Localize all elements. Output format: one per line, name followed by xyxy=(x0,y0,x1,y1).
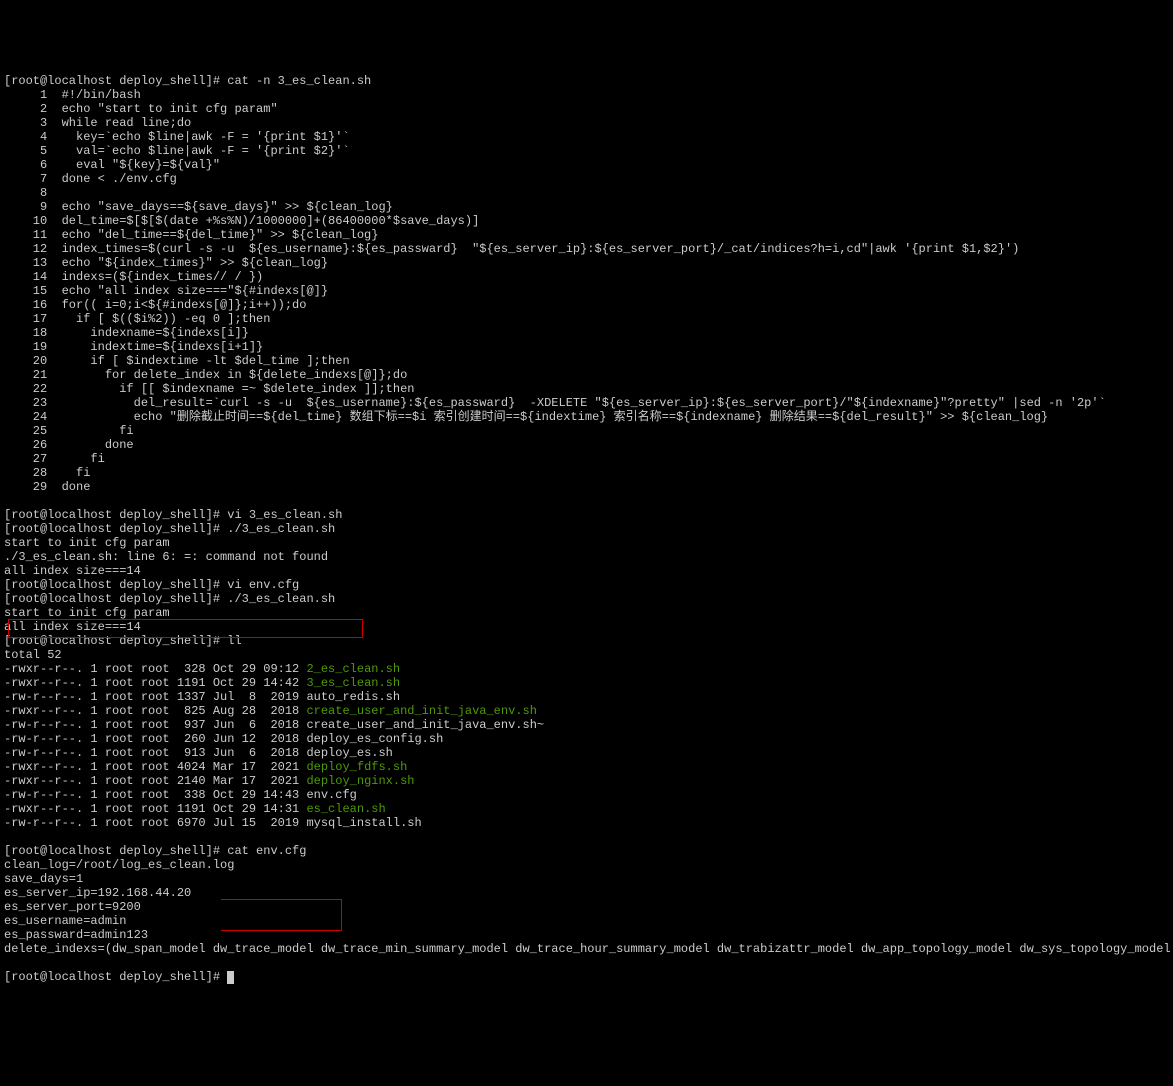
script-source: 1 #!/bin/bash 2 echo "start to init cfg … xyxy=(4,88,1169,494)
ll-listing: -rwxr--r--. 1 root root 328 Oct 29 09:12… xyxy=(4,662,1169,830)
prompt-ll: [root@localhost deploy_shell]# ll xyxy=(4,634,242,648)
list-item: -rw-r--r--. 1 root root 6970 Jul 15 2019… xyxy=(4,816,1169,830)
list-item: -rw-r--r--. 1 root root 937 Jun 6 2018 c… xyxy=(4,718,1169,732)
list-item: -rwxr--r--. 1 root root 1191 Oct 29 14:4… xyxy=(4,676,1169,690)
prompt-cat-script: [root@localhost deploy_shell]# cat -n 3_… xyxy=(4,74,371,88)
list-item: -rwxr--r--. 1 root root 328 Oct 29 09:12… xyxy=(4,662,1169,676)
output-init-1: start to init cfg param xyxy=(4,536,170,550)
list-item: -rw-r--r--. 1 root root 913 Jun 6 2018 d… xyxy=(4,746,1169,760)
prompt-vi-script: [root@localhost deploy_shell]# vi 3_es_c… xyxy=(4,508,342,522)
output-error: ./3_es_clean.sh: line 6: =: command not … xyxy=(4,550,328,564)
ll-total: total 52 xyxy=(4,648,62,662)
list-item: -rw-r--r--. 1 root root 338 Oct 29 14:43… xyxy=(4,788,1169,802)
list-item: -rwxr--r--. 1 root root 4024 Mar 17 2021… xyxy=(4,760,1169,774)
list-item: -rw-r--r--. 1 root root 260 Jun 12 2018 … xyxy=(4,732,1169,746)
prompt-run-script-2: [root@localhost deploy_shell]# ./3_es_cl… xyxy=(4,592,335,606)
cursor xyxy=(227,971,234,984)
list-item: -rwxr--r--. 1 root root 1191 Oct 29 14:3… xyxy=(4,802,1169,816)
output-indexsize-1: all index size===14 xyxy=(4,564,141,578)
cfg-content: clean_log=/root/log_es_clean.log save_da… xyxy=(4,858,1169,956)
prompt-run-script-1: [root@localhost deploy_shell]# ./3_es_cl… xyxy=(4,522,335,536)
prompt-cat-cfg: [root@localhost deploy_shell]# cat env.c… xyxy=(4,844,306,858)
list-item: -rw-r--r--. 1 root root 1337 Jul 8 2019 … xyxy=(4,690,1169,704)
output-indexsize-2: all index size===14 xyxy=(4,620,141,634)
prompt-final[interactable]: [root@localhost deploy_shell]# xyxy=(4,970,227,984)
prompt-vi-cfg: [root@localhost deploy_shell]# vi env.cf… xyxy=(4,578,299,592)
list-item: -rwxr--r--. 1 root root 825 Aug 28 2018 … xyxy=(4,704,1169,718)
list-item: -rwxr--r--. 1 root root 2140 Mar 17 2021… xyxy=(4,774,1169,788)
output-init-2: start to init cfg param xyxy=(4,606,170,620)
terminal[interactable]: [root@localhost deploy_shell]# cat -n 3_… xyxy=(4,60,1169,1012)
